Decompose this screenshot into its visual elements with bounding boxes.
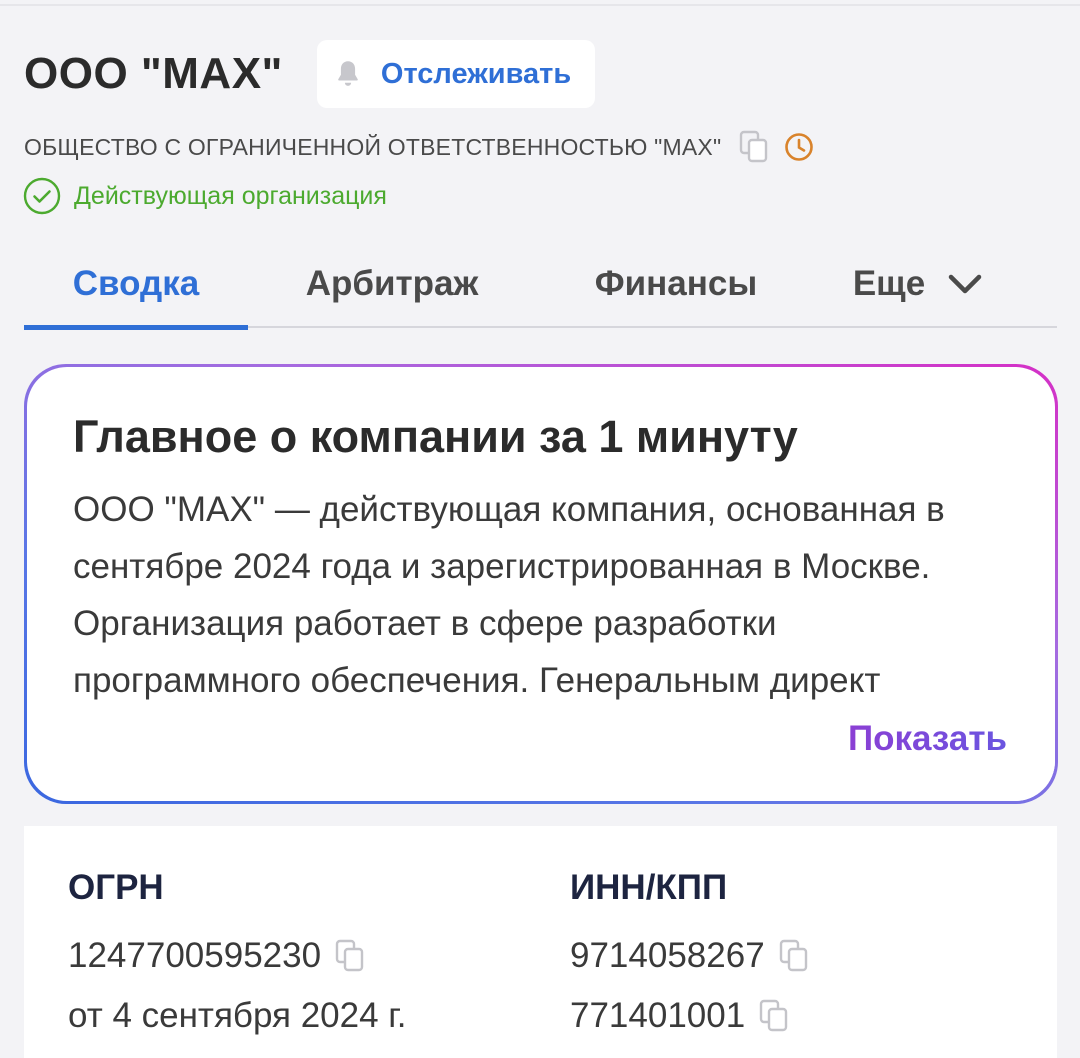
company-full-name: ОБЩЕСТВО С ОГРАНИЧЕННОЙ ОТВЕТСТВЕННОСТЬЮ… (24, 133, 722, 160)
copy-icon[interactable] (759, 999, 789, 1033)
copy-icon[interactable] (779, 939, 809, 973)
tab-more[interactable]: Еще (830, 240, 1006, 328)
show-more-button[interactable]: Показать (848, 719, 1007, 759)
summary-card: Главное о компании за 1 минуту ООО "МАХ"… (24, 364, 1058, 804)
ogrn-label: ОГРН (68, 868, 164, 907)
kpp-value: 771401001 (570, 996, 746, 1035)
full-name-row: ОБЩЕСТВО С ОГРАНИЧЕННОЙ ОТВЕТСТВЕННОСТЬЮ… (24, 130, 815, 164)
tab-label: Еще (852, 264, 926, 303)
tab-bar: Сводка Арбитраж Финансы Еще (24, 240, 1057, 330)
tab-finance[interactable]: Финансы (556, 240, 796, 328)
ogrn-value: 1247700595230 (68, 936, 322, 975)
copy-icon[interactable] (739, 130, 769, 164)
company-title: ООО "МАХ" (24, 49, 283, 98)
tab-arbitration[interactable]: Арбитраж (264, 240, 520, 328)
status-row: Действующая организация (22, 176, 387, 216)
check-circle-icon (23, 177, 61, 215)
copy-icon[interactable] (335, 939, 365, 973)
inn-value: 9714058267 (570, 936, 765, 975)
company-header: ООО "МАХ" Отслеживать (24, 40, 1064, 108)
tab-summary[interactable]: Сводка (24, 240, 248, 330)
tab-label: Арбитраж (305, 264, 479, 303)
tab-label: Сводка (72, 264, 200, 303)
ogrn-date: от 4 сентября 2024 г. (68, 996, 407, 1035)
summary-text: ООО "МАХ" — действующая компания, основа… (73, 490, 945, 700)
status-text: Действующая организация (74, 181, 387, 210)
summary-title: Главное о компании за 1 минуту (73, 411, 798, 462)
clock-icon[interactable] (783, 131, 815, 163)
top-divider (0, 0, 1080, 6)
ogrn-block: ОГРН 1247700595230 от 4 сентября 2024 г. (68, 868, 407, 1046)
tab-label: Финансы (594, 264, 758, 303)
follow-label: Отслеживать (380, 57, 572, 90)
inn-kpp-block: ИНН/КПП 9714058267 771401001 (570, 868, 809, 1046)
identifiers-card: ОГРН 1247700595230 от 4 сентября 2024 г.… (24, 826, 1057, 1058)
follow-button[interactable]: Отслеживать (316, 40, 596, 108)
chevron-down-icon (948, 274, 982, 294)
inn-kpp-label: ИНН/КПП (570, 868, 728, 907)
bell-icon (338, 61, 358, 86)
